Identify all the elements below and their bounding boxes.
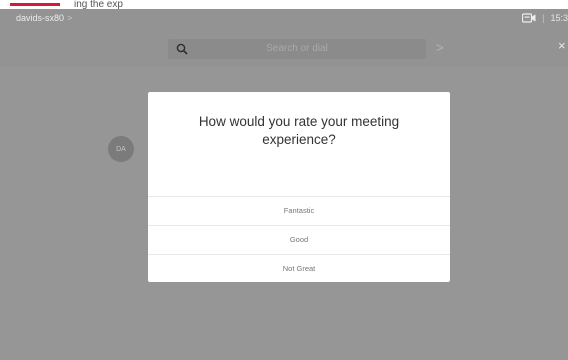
- top-strip: ing the exp: [0, 0, 568, 10]
- status-separator: |: [542, 13, 545, 23]
- device-name[interactable]: davids-sx80 >: [16, 13, 72, 23]
- device-screen: davids-sx80 > | 15:3 Search or dial > × D…: [0, 9, 568, 360]
- rating-option-good[interactable]: Good: [148, 225, 450, 254]
- rating-option-not-great[interactable]: Not Great: [148, 254, 450, 283]
- status-area: | 15:3: [522, 13, 568, 23]
- header-bar: davids-sx80 > | 15:3 Search or dial > ×: [0, 9, 568, 67]
- camera-icon[interactable]: [522, 13, 536, 23]
- dialog-title: How would you rate your meeting experien…: [198, 114, 400, 147]
- rating-option-fantastic[interactable]: Fantastic: [148, 196, 450, 225]
- device-name-label: davids-sx80: [16, 13, 65, 23]
- avatar: DA: [108, 136, 134, 162]
- chevron-right-icon: >: [67, 13, 73, 23]
- search-go-button[interactable]: >: [436, 40, 444, 55]
- search-placeholder: Search or dial: [266, 43, 328, 54]
- search-input[interactable]: Search or dial: [168, 39, 426, 59]
- rating-options: Fantastic Good Not Great: [148, 196, 450, 283]
- clock: 15:3: [550, 13, 568, 23]
- rating-dialog: How would you rate your meeting experien…: [148, 92, 450, 282]
- accent-underline: [10, 3, 60, 6]
- close-icon[interactable]: ×: [558, 38, 566, 53]
